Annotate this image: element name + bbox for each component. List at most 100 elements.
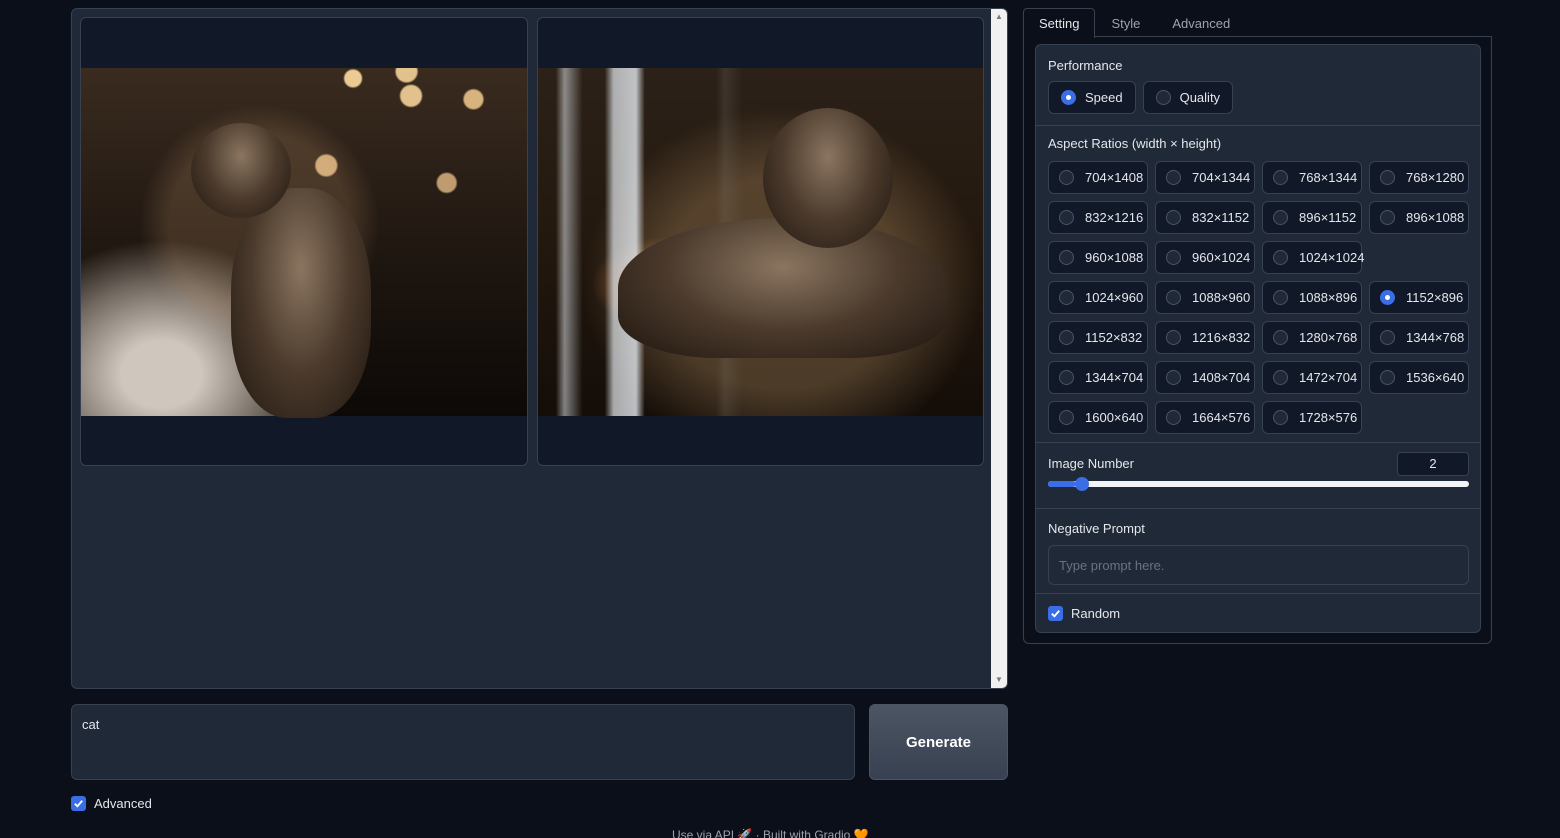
option-label: Speed	[1085, 90, 1123, 105]
aspect-ratio-option[interactable]: 1280×768	[1262, 321, 1362, 354]
option-label: 704×1408	[1085, 170, 1144, 185]
performance-section: Performance Speed Quality	[1036, 45, 1480, 125]
scroll-down-icon[interactable]: ▼	[995, 676, 1003, 684]
radio-icon[interactable]	[1273, 170, 1288, 185]
random-section: Random	[1036, 593, 1480, 632]
aspect-ratio-option[interactable]: 1088×960	[1155, 281, 1255, 314]
radio-icon[interactable]	[1273, 410, 1288, 425]
generate-button[interactable]: Generate	[869, 704, 1008, 780]
cat-body	[618, 218, 948, 358]
cat-body	[231, 188, 371, 418]
image-number-slider[interactable]	[1048, 477, 1469, 491]
option-label: 768×1280	[1406, 170, 1465, 185]
aspect-ratio-option[interactable]: 704×1408	[1048, 161, 1148, 194]
performance-option-speed[interactable]: Speed	[1048, 81, 1136, 114]
radio-icon[interactable]	[1059, 210, 1074, 225]
radio-icon[interactable]	[1380, 170, 1395, 185]
tab-advanced[interactable]: Advanced	[1156, 8, 1246, 37]
option-label: 832×1152	[1192, 210, 1250, 225]
aspect-ratio-option[interactable]: 1536×640	[1369, 361, 1469, 394]
radio-icon[interactable]	[1059, 330, 1074, 345]
aspect-ratio-option[interactable]: 896×1088	[1369, 201, 1469, 234]
aspect-ratio-option[interactable]: 1472×704	[1262, 361, 1362, 394]
radio-icon[interactable]	[1166, 170, 1181, 185]
aspect-ratio-option[interactable]: 768×1344	[1262, 161, 1362, 194]
aspect-ratio-option[interactable]: 1344×768	[1369, 321, 1469, 354]
aspect-ratio-radio-group: 704×1408 704×1344 768×1344 768×1280 832×1216…	[1048, 161, 1469, 434]
radio-icon[interactable]	[1273, 250, 1288, 265]
aspect-ratio-option[interactable]: 1664×576	[1155, 401, 1255, 434]
gallery-image-2[interactable]	[537, 17, 984, 466]
aspect-ratio-option[interactable]: 1344×704	[1048, 361, 1148, 394]
gallery-scrollbar[interactable]: ▲ ▼	[991, 9, 1007, 688]
aspect-ratio-option[interactable]: 1152×896	[1369, 281, 1469, 314]
scroll-up-icon[interactable]: ▲	[995, 13, 1003, 21]
aspect-ratio-option[interactable]: 960×1088	[1048, 241, 1148, 274]
setting-panel: Performance Speed Quality Aspect Ratios …	[1023, 36, 1492, 644]
aspect-ratio-option[interactable]: 896×1152	[1262, 201, 1362, 234]
radio-icon[interactable]	[1166, 410, 1181, 425]
footer-links[interactable]: Use via API 🚀 · Built with Gradio 🧡	[672, 828, 869, 838]
radio-icon[interactable]	[1273, 210, 1288, 225]
slider-handle[interactable]	[1074, 477, 1089, 491]
radio-icon[interactable]	[1166, 210, 1181, 225]
cat-photo	[538, 68, 983, 416]
option-label: 1600×640	[1085, 410, 1144, 425]
radio-icon[interactable]	[1155, 90, 1171, 105]
aspect-ratio-option[interactable]: 1600×640	[1048, 401, 1148, 434]
aspect-ratio-option[interactable]: 1728×576	[1262, 401, 1362, 434]
advanced-checkbox[interactable]: Advanced	[71, 796, 152, 811]
radio-icon[interactable]	[1166, 290, 1181, 305]
radio-icon[interactable]	[1380, 210, 1395, 225]
aspect-ratio-option[interactable]: 1152×832	[1048, 321, 1148, 354]
tab-setting[interactable]: Setting	[1023, 8, 1096, 38]
image-number-input[interactable]: 2	[1397, 452, 1469, 476]
radio-icon[interactable]	[1166, 250, 1181, 265]
gallery-image-1[interactable]	[80, 17, 528, 466]
radio-selected-icon[interactable]	[1380, 290, 1395, 305]
aspect-ratio-option[interactable]: 1088×896	[1262, 281, 1362, 314]
aspect-ratio-option[interactable]: 1024×960	[1048, 281, 1148, 314]
radio-icon[interactable]	[1059, 410, 1074, 425]
option-label: 1088×960	[1192, 290, 1251, 305]
aspect-ratio-option[interactable]: 704×1344	[1155, 161, 1255, 194]
radio-icon[interactable]	[1059, 250, 1074, 265]
radio-icon[interactable]	[1059, 370, 1074, 385]
radio-icon[interactable]	[1166, 330, 1181, 345]
radio-icon[interactable]	[1059, 170, 1074, 185]
random-checkbox[interactable]: Random	[1048, 606, 1120, 621]
aspect-ratio-section: Aspect Ratios (width × height) 704×1408 7…	[1036, 125, 1480, 442]
tab-style[interactable]: Style	[1095, 8, 1156, 37]
aspect-ratio-option[interactable]: 832×1152	[1155, 201, 1255, 234]
checkbox-checked-icon[interactable]	[1048, 606, 1063, 621]
performance-option-quality[interactable]: Quality	[1142, 81, 1234, 114]
option-label: 960×1088	[1085, 250, 1144, 265]
prompt-input[interactable]	[71, 704, 855, 780]
aspect-ratio-option[interactable]: 960×1024	[1155, 241, 1255, 274]
cat-head	[191, 123, 291, 218]
radio-icon[interactable]	[1380, 370, 1395, 385]
radio-icon[interactable]	[1166, 370, 1181, 385]
aspect-ratio-option[interactable]: 768×1280	[1369, 161, 1469, 194]
image-gallery: ▲ ▼	[71, 8, 1008, 689]
radio-icon[interactable]	[1273, 330, 1288, 345]
performance-label: Performance	[1048, 58, 1123, 73]
aspect-ratio-option[interactable]: 832×1216	[1048, 201, 1148, 234]
advanced-label: Advanced	[94, 796, 152, 811]
negative-prompt-input[interactable]	[1048, 545, 1469, 585]
radio-selected-icon[interactable]	[1061, 90, 1076, 105]
option-label: 1536×640	[1406, 370, 1465, 385]
scrollbar-thumb[interactable]	[994, 23, 1004, 674]
radio-icon[interactable]	[1380, 330, 1395, 345]
option-label: 1280×768	[1299, 330, 1358, 345]
radio-icon[interactable]	[1273, 290, 1288, 305]
aspect-ratio-label: Aspect Ratios (width × height)	[1048, 136, 1222, 151]
checkbox-checked-icon[interactable]	[71, 796, 86, 811]
aspect-ratio-option[interactable]: 1216×832	[1155, 321, 1255, 354]
option-label: 1024×1024	[1299, 250, 1365, 265]
radio-icon[interactable]	[1059, 290, 1074, 305]
aspect-ratio-option[interactable]: 1024×1024	[1262, 241, 1365, 274]
aspect-ratio-option[interactable]: 1408×704	[1155, 361, 1255, 394]
performance-radio-group: Speed Quality	[1048, 81, 1234, 114]
radio-icon[interactable]	[1273, 370, 1288, 385]
